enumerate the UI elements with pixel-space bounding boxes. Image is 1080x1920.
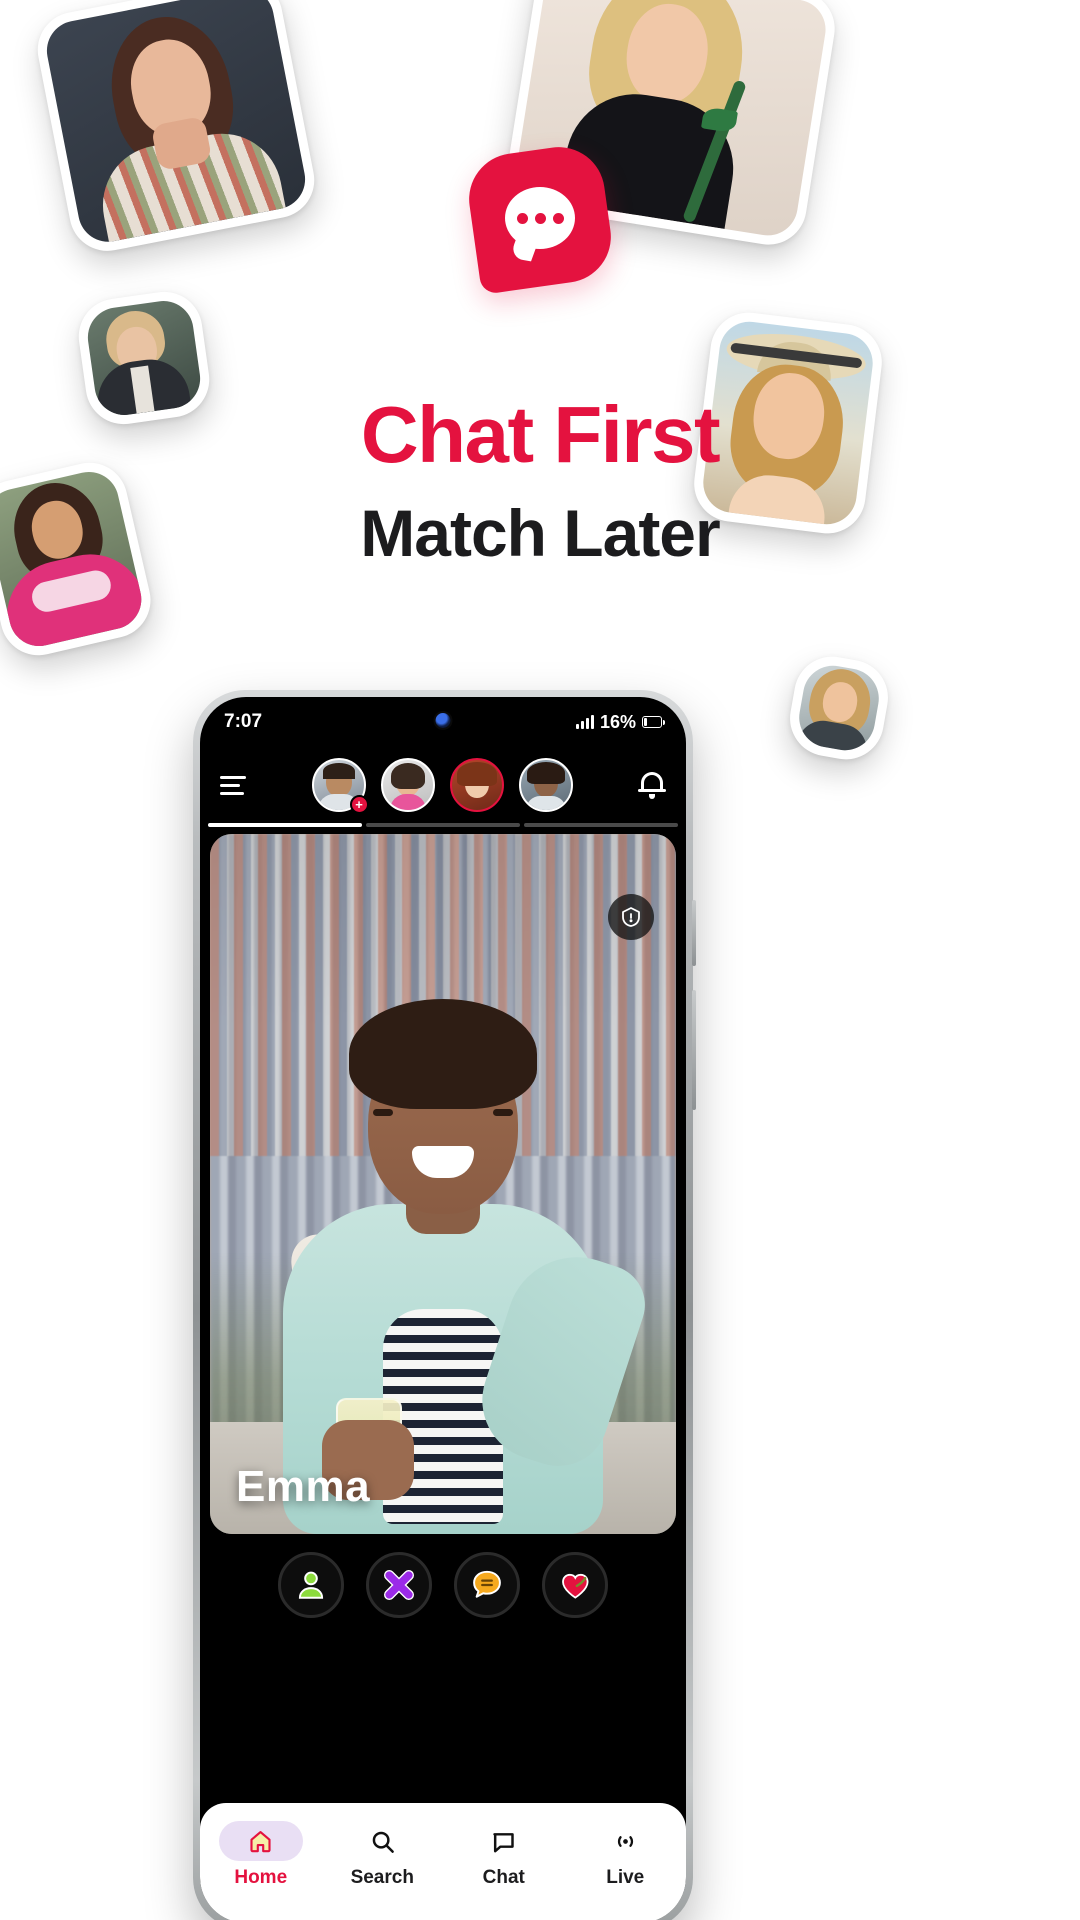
action-button-row xyxy=(200,1534,686,1634)
battery-percent-label: 16% xyxy=(599,711,636,732)
nav-label-search: Search xyxy=(350,1867,414,1888)
skip-button[interactable] xyxy=(366,1552,432,1618)
nav-item-search[interactable]: Search xyxy=(327,1821,437,1889)
nav-label-home: Home xyxy=(234,1867,288,1888)
phone-power-button xyxy=(692,990,696,1110)
floating-profile-tile-top-left xyxy=(31,0,321,258)
add-story-badge[interactable]: + xyxy=(349,795,369,814)
hamburger-menu-icon[interactable] xyxy=(220,775,246,795)
logo-dot-3 xyxy=(552,212,564,224)
promo-screenshot: Chat First Match Later 7:07 16% + Emma H… xyxy=(0,0,1080,1920)
home-icon xyxy=(218,1821,303,1861)
progress-segment-1 xyxy=(208,823,362,827)
nav-label-chat: Chat xyxy=(482,1867,525,1888)
live-icon xyxy=(583,1821,667,1861)
chat-icon xyxy=(462,1821,546,1861)
phone-screen: 7:07 16% + Emma Home Search Chat Live xyxy=(200,697,686,1920)
story-avatar-3[interactable] xyxy=(449,758,504,812)
status-bar-time: 7:07 xyxy=(224,711,263,732)
profile-photo-card[interactable]: Emma xyxy=(210,834,676,1534)
message-button[interactable] xyxy=(454,1552,520,1618)
report-warning-icon[interactable] xyxy=(608,894,654,940)
profile-name-label: Emma xyxy=(236,1462,371,1511)
hero-headline: Chat First xyxy=(360,390,721,479)
floating-profile-tile-lower-right xyxy=(784,650,894,766)
profile-button[interactable] xyxy=(278,1552,344,1618)
chat-bubble-logo-icon xyxy=(463,141,617,295)
story-avatar-2[interactable] xyxy=(380,758,435,812)
logo-dot-1 xyxy=(516,212,528,224)
profile-photo-subject xyxy=(278,999,656,1534)
notification-bell-icon[interactable] xyxy=(638,770,666,800)
nav-item-live[interactable]: Live xyxy=(570,1821,680,1889)
nav-label-live: Live xyxy=(606,1867,645,1888)
like-button[interactable] xyxy=(542,1552,608,1618)
status-bar: 7:07 16% xyxy=(200,697,686,747)
battery-icon xyxy=(642,716,665,728)
bottom-navigation-bar: Home Search Chat Live xyxy=(200,1803,686,1920)
nav-item-chat[interactable]: Chat xyxy=(449,1821,559,1889)
logo-dot-2 xyxy=(534,212,546,224)
progress-segment-3 xyxy=(524,823,678,827)
progress-segment-2 xyxy=(366,823,520,827)
search-icon xyxy=(340,1821,424,1861)
phone-volume-button xyxy=(692,900,696,966)
story-avatar-1[interactable]: + xyxy=(311,758,369,814)
signal-bars-icon xyxy=(575,715,594,729)
app-logo xyxy=(463,141,617,295)
nav-item-home[interactable]: Home xyxy=(206,1821,316,1889)
story-progress-bar xyxy=(200,823,686,834)
front-camera-punchhole-icon xyxy=(435,713,451,728)
story-avatar-4[interactable] xyxy=(518,758,573,812)
phone-mockup: 7:07 16% + Emma Home Search Chat Live xyxy=(193,690,696,1920)
stories-rail: + xyxy=(256,758,628,814)
hero-subheadline: Match Later xyxy=(360,496,720,570)
app-top-bar: + xyxy=(200,747,686,823)
